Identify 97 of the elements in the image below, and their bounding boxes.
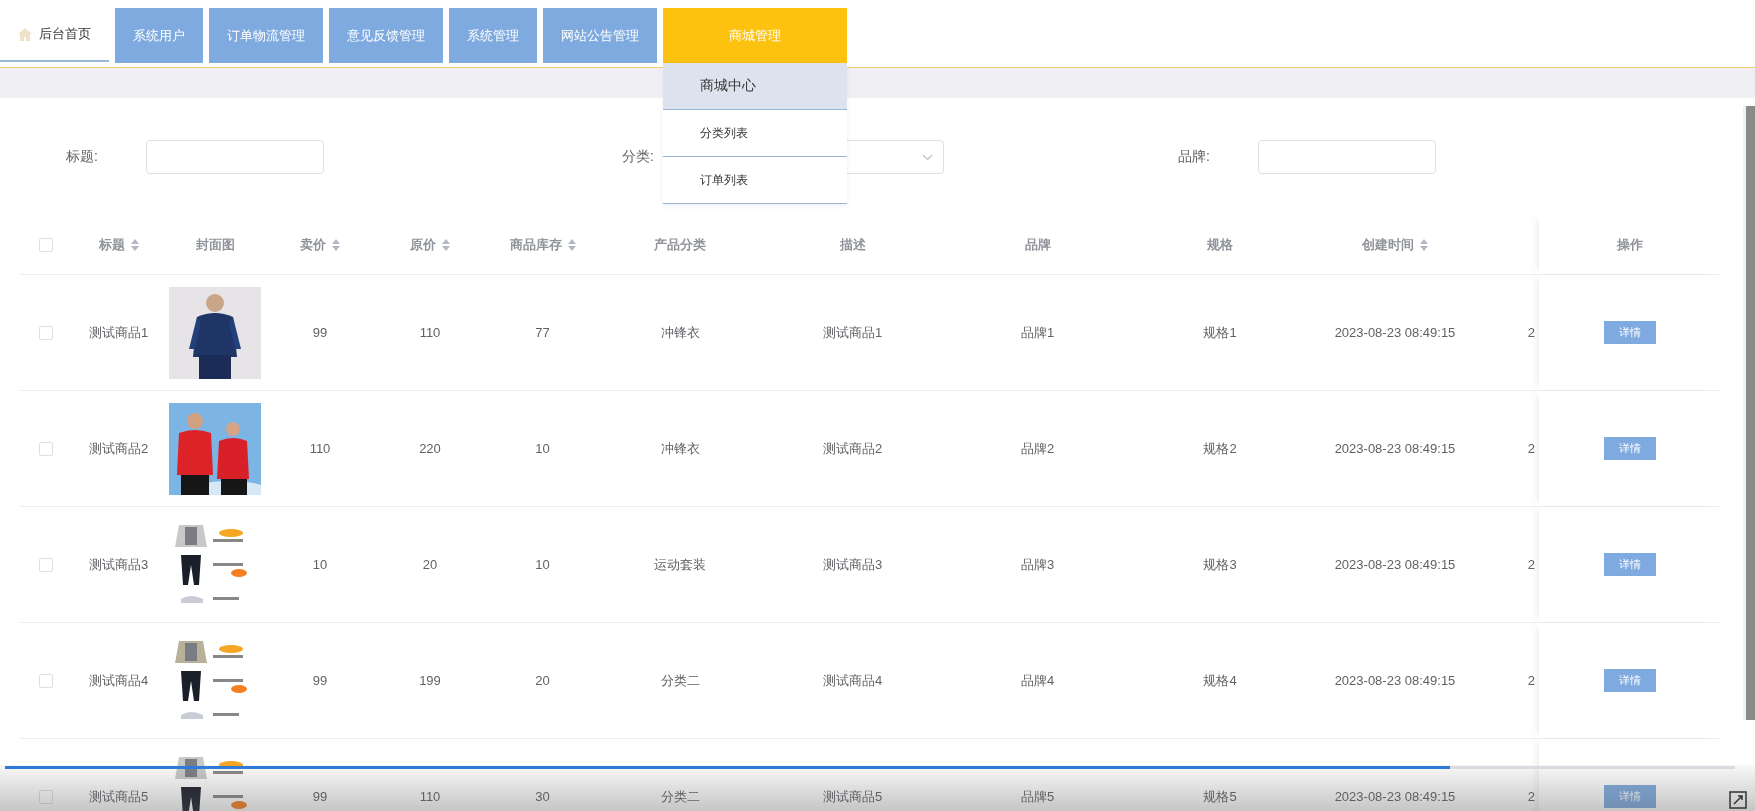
column-header: 商品库存 xyxy=(509,236,562,254)
checkbox[interactable] xyxy=(39,441,53,456)
nav-button[interactable]: 订单物流管理 xyxy=(209,8,323,63)
table-cell: 品牌1 xyxy=(1020,323,1055,342)
table-cell: 2023-08-23 08:49:15 xyxy=(1334,673,1456,688)
table-cell: 2 xyxy=(1527,325,1535,340)
table-cell: 测试商品1 xyxy=(88,323,149,342)
table-cell: 规格2 xyxy=(1203,439,1237,458)
table-cell: 2023-08-23 08:49:15 xyxy=(1334,557,1456,572)
menu-item[interactable]: 订单列表 xyxy=(663,157,847,204)
table-cell: 测试商品4 xyxy=(88,671,149,690)
table-cell: 分类二 xyxy=(660,787,700,806)
detail-button[interactable]: 详情 xyxy=(1603,553,1656,576)
sort-icon[interactable] xyxy=(567,239,576,251)
table-cell: 99 xyxy=(312,673,328,688)
sort-icon[interactable] xyxy=(1420,239,1428,251)
menu-item[interactable]: 分类列表 xyxy=(663,110,847,157)
table-cell: 220 xyxy=(419,441,441,456)
home-tab[interactable]: 后台首页 xyxy=(0,8,109,62)
table-cell: 2023-08-23 08:49:15 xyxy=(1334,789,1456,804)
checkbox[interactable] xyxy=(39,673,53,688)
scrollbar[interactable] xyxy=(1743,106,1755,720)
table-cell: 110 xyxy=(309,441,331,456)
column-header: 描述 xyxy=(839,236,866,254)
checkbox[interactable] xyxy=(39,238,53,252)
table-cell: 冲锋衣 xyxy=(660,323,700,342)
table-cell: 110 xyxy=(419,789,441,804)
detail-button[interactable]: 详情 xyxy=(1603,785,1656,808)
table-cell: 20 xyxy=(535,673,550,688)
table-cell: 测试商品5 xyxy=(822,787,883,806)
table-cell: 110 xyxy=(419,325,441,340)
column-header: 操作 xyxy=(1616,236,1643,254)
sort-icon[interactable] xyxy=(130,239,139,251)
column-header: 创建时间 xyxy=(1362,236,1414,254)
column-header: 产品分类 xyxy=(654,236,706,254)
column-header: 原价 xyxy=(410,236,436,254)
fullscreen-icon[interactable] xyxy=(1729,791,1747,809)
table-cell: 10 xyxy=(535,441,550,456)
checkbox[interactable] xyxy=(39,325,53,340)
nav-button[interactable]: 系统管理 xyxy=(449,8,537,63)
field-label: 分类: xyxy=(622,148,655,166)
table-cell: 测试商品1 xyxy=(822,323,883,342)
table-cell: 规格3 xyxy=(1203,555,1237,574)
sort-icon[interactable] xyxy=(332,239,340,251)
detail-button[interactable]: 详情 xyxy=(1603,669,1656,692)
table-cell: 品牌4 xyxy=(1020,671,1055,690)
table-cell: 77 xyxy=(535,325,550,340)
table-cell: 规格1 xyxy=(1203,323,1237,342)
input-field[interactable] xyxy=(1258,140,1436,174)
table-cell: 测试商品3 xyxy=(822,555,883,574)
checkbox[interactable] xyxy=(39,557,53,572)
table-cell: 测试商品2 xyxy=(822,439,883,458)
table-cell: 测试商品2 xyxy=(88,439,149,458)
nav-button[interactable]: 系统用户 xyxy=(115,8,203,63)
sort-icon[interactable] xyxy=(442,239,450,251)
home-icon xyxy=(18,27,32,41)
detail-button[interactable]: 详情 xyxy=(1603,321,1656,344)
table-cell: 2 xyxy=(1527,441,1535,456)
table-cell: 2023-08-23 08:49:15 xyxy=(1334,325,1456,340)
table-cell: 20 xyxy=(422,557,438,572)
table-cell: 99 xyxy=(312,325,328,340)
column-header: 规格 xyxy=(1207,236,1233,254)
detail-button[interactable]: 详情 xyxy=(1603,437,1656,460)
column-header: 品牌 xyxy=(1024,236,1051,254)
nav-button[interactable]: 商城管理 xyxy=(663,8,847,63)
table-cell: 10 xyxy=(312,557,328,572)
table-cell: 2 xyxy=(1527,557,1535,572)
table-cell: 测试商品4 xyxy=(822,671,883,690)
column-header: 封面图 xyxy=(195,236,235,254)
table-cell: 99 xyxy=(312,789,328,804)
menu-item[interactable]: 商城中心 xyxy=(663,63,847,110)
nav-button[interactable]: 意见反馈管理 xyxy=(329,8,443,63)
table-cell: 品牌5 xyxy=(1020,787,1055,806)
table-cell: 测试商品5 xyxy=(88,787,149,806)
checkbox[interactable] xyxy=(39,789,53,804)
table-cell: 品牌2 xyxy=(1020,439,1055,458)
table-cell: 2 xyxy=(1527,789,1535,804)
progress-bar[interactable] xyxy=(5,766,1735,769)
table-cell: 品牌3 xyxy=(1020,555,1055,574)
field-label: 品牌: xyxy=(1178,148,1211,166)
table-cell: 2 xyxy=(1527,673,1535,688)
column-header: 标题 xyxy=(98,236,125,254)
table-cell: 规格5 xyxy=(1203,787,1237,806)
nav-button[interactable]: 网站公告管理 xyxy=(543,8,657,63)
table-cell: 分类二 xyxy=(660,671,700,690)
table-cell: 运动套装 xyxy=(654,555,706,574)
table-cell: 10 xyxy=(535,557,550,572)
table-cell: 规格4 xyxy=(1203,671,1237,690)
input-field[interactable] xyxy=(146,140,324,174)
column-header: 卖价 xyxy=(300,236,326,254)
table-cell: 测试商品3 xyxy=(88,555,149,574)
table-cell: 冲锋衣 xyxy=(660,439,700,458)
chevron-icon xyxy=(922,153,933,161)
field-label: 标题: xyxy=(66,148,99,166)
table-cell: 30 xyxy=(535,789,550,804)
table-cell: 2023-08-23 08:49:15 xyxy=(1334,441,1456,456)
table-cell: 199 xyxy=(419,673,441,688)
